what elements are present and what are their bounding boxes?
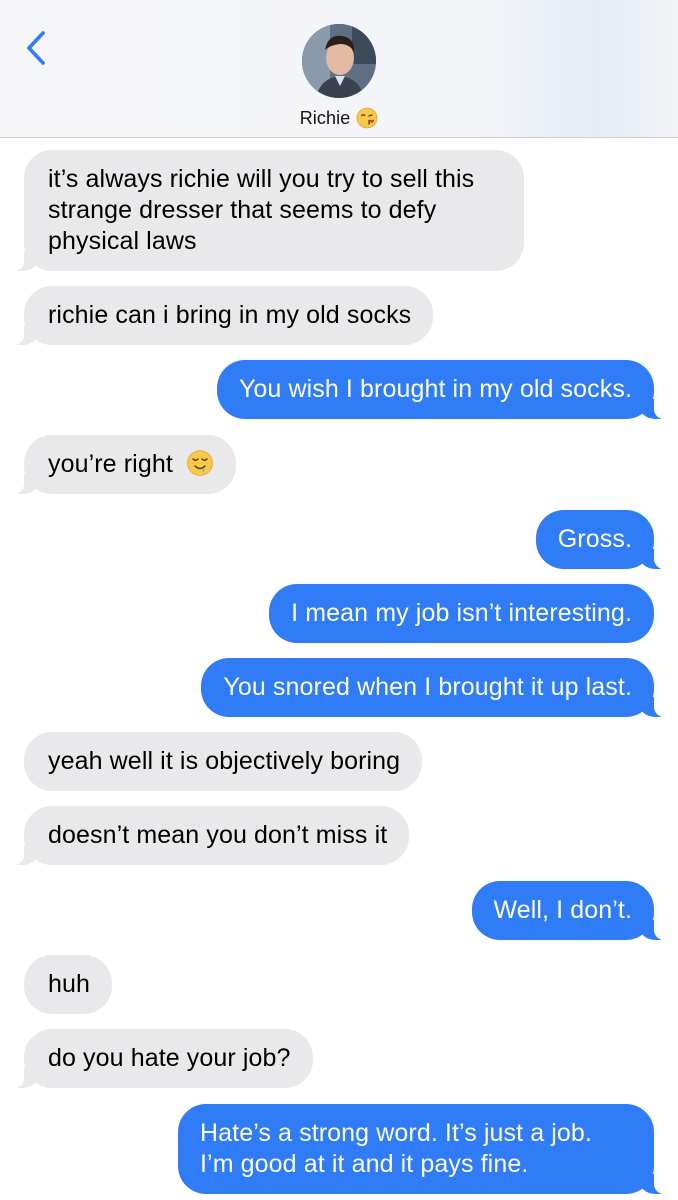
message-incoming[interactable]: do you hate your job? [14, 1029, 313, 1088]
message-thread[interactable]: it’s always richie will you try to sell … [0, 138, 678, 1200]
contact-name: Richie [299, 107, 351, 128]
message-text: Gross. [557, 525, 632, 553]
message-outgoing[interactable]: Hate’s a strong word. It’s just a job. I… [178, 1104, 664, 1194]
message-text: Well, I don’t. [493, 896, 632, 924]
message-outgoing[interactable]: Well, I don’t. [471, 881, 664, 940]
message-incoming[interactable]: richie can i bring in my old socks [13, 286, 434, 345]
message-outgoing[interactable]: You wish I brought in my old socks. [216, 360, 665, 419]
contact-name-row[interactable]: Richie [0, 104, 678, 132]
message-text: you’re right [48, 450, 173, 478]
message-text: richie can i bring in my old socks [48, 301, 412, 329]
message-incoming[interactable]: doesn’t mean you don’t miss it [13, 806, 410, 865]
message-text: Hate’s a strong word. It’s just a job. I… [200, 1119, 592, 1178]
message-text: yeah well it is objectively boring [48, 747, 401, 775]
chevron-left-icon [27, 31, 45, 65]
messages-screen: Richie it’s always richie will you try t… [0, 0, 678, 1200]
message-text: huh [48, 970, 91, 998]
message-text: You wish I brought in my old socks. [238, 375, 632, 403]
message-text: doesn’t mean you don’t miss it [48, 821, 388, 849]
message-text: it’s always richie will you try to sell … [48, 165, 475, 255]
drooling-face-emoji [187, 450, 213, 476]
back-button[interactable] [16, 26, 56, 70]
message-outgoing[interactable]: You snored when I brought it up last. [201, 658, 664, 717]
avatar-photo [302, 24, 376, 98]
message-incoming[interactable]: it’s always richie will you try to sell … [14, 150, 524, 271]
kissing-face-emoji [356, 107, 378, 129]
message-outgoing[interactable]: Gross. [535, 510, 665, 569]
message-text: do you hate your job? [48, 1044, 291, 1072]
message-incoming[interactable]: you’re right [14, 435, 236, 494]
message-outgoing[interactable]: I mean my job isn’t interesting. [269, 584, 654, 643]
message-incoming[interactable]: huh [24, 955, 113, 1014]
conversation-header: Richie [0, 0, 678, 138]
message-text: You snored when I brought it up last. [223, 673, 632, 701]
message-incoming[interactable]: yeah well it is objectively boring [24, 732, 423, 791]
message-text: I mean my job isn’t interesting. [291, 599, 632, 627]
avatar[interactable] [302, 24, 376, 98]
